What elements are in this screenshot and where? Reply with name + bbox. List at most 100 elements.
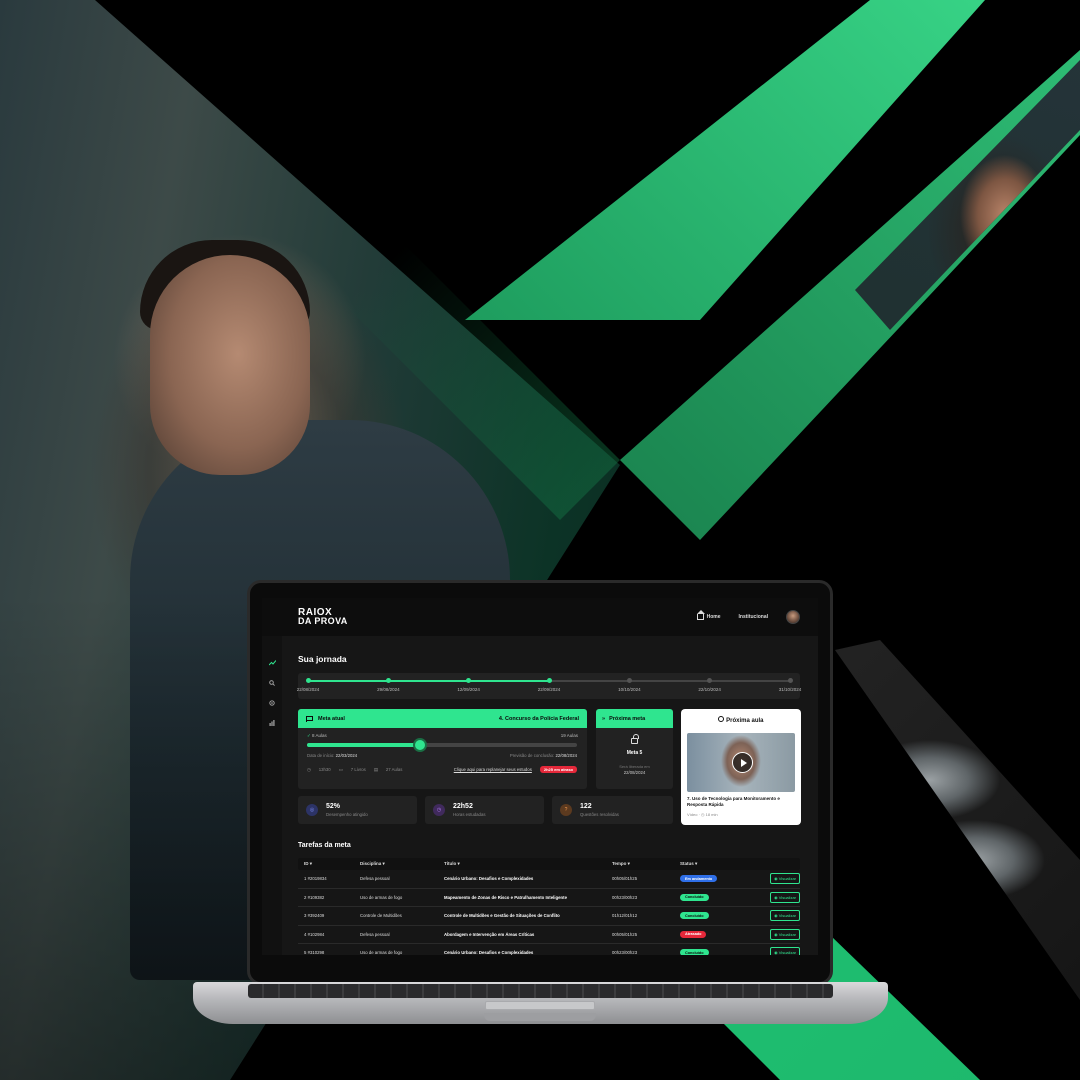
start-date: 22/03/2024 bbox=[335, 753, 358, 758]
timeline-date: 12/09/2024 bbox=[457, 687, 480, 692]
current-goal-header: Meta atual 4. Concurso da Polícia Federa… bbox=[298, 709, 587, 728]
search-icon[interactable] bbox=[269, 680, 275, 686]
app-header: RAIOX DA PROVA Home Institucional bbox=[262, 598, 818, 636]
task-discipline: Controle de Multidões bbox=[360, 913, 402, 919]
task-time: 00h23/00h23 bbox=[612, 950, 638, 955]
chart-icon[interactable] bbox=[269, 720, 275, 726]
task-time: 00h23/00h23 bbox=[612, 894, 638, 900]
play-circle-icon bbox=[718, 716, 725, 722]
settings-icon[interactable] bbox=[269, 700, 275, 706]
task-id: 1 #2019834 bbox=[304, 876, 327, 882]
tasks-table: ID ▾ Disciplina ▾ Título ▾ Tempo ▾ Statu… bbox=[298, 858, 800, 955]
task-time: 00h05/01h25 bbox=[612, 931, 638, 937]
col-discipline[interactable]: Disciplina ▾ bbox=[360, 861, 444, 867]
clock-icon: ◷ bbox=[307, 766, 311, 772]
current-goal-body: ✓ 8 Aulas 19 Aulas Data de início: 22/03… bbox=[298, 728, 587, 789]
view-button[interactable]: ◉ Visualizar bbox=[770, 928, 800, 940]
view-button[interactable]: ◉ Visualizar bbox=[770, 891, 800, 903]
view-button[interactable]: ◉ Visualizar bbox=[770, 947, 800, 955]
task-actions: ◉ Visualizar bbox=[752, 910, 800, 922]
next-lesson-title: 7. Uso de Tecnologia para Monitoramento … bbox=[687, 796, 780, 807]
next-lesson-label: Próxima aula bbox=[726, 718, 764, 724]
sidebar bbox=[262, 636, 282, 955]
table-row: 2 #109382 Uso de armas de fogo Mapeamento … bbox=[298, 889, 800, 907]
task-status-cell: Em andamento bbox=[680, 875, 752, 883]
task-id: 3 #392409 bbox=[304, 913, 325, 919]
officer-face bbox=[150, 255, 310, 475]
book-icon: ▭ bbox=[338, 766, 343, 772]
double-chevron-icon: » bbox=[602, 715, 606, 722]
task-status-cell: Concluído bbox=[680, 893, 752, 901]
journey-title: Sua jornada bbox=[298, 654, 347, 664]
stat-hours-value: 22h52 bbox=[453, 803, 473, 810]
goal-stats-row: ◷ 13h30 ▭ 7 Livros ▤ 27 Aulas Clique aqui p… bbox=[307, 766, 577, 773]
task-id: 5 #310298 bbox=[304, 950, 325, 955]
task-title: Controle de Multidões e Gestão de Situaç… bbox=[444, 913, 560, 919]
stat-questions-value: 122 bbox=[580, 803, 592, 810]
questions-icon: ? bbox=[560, 804, 572, 816]
col-status[interactable]: Status ▾ bbox=[680, 861, 752, 867]
next-lesson-card[interactable]: Próxima aula 7. Uso de Tecnologia para M… bbox=[681, 709, 801, 825]
current-goal-contest: 4. Concurso da Polícia Federal bbox=[498, 715, 579, 722]
brand-logo[interactable]: RAIOX DA PROVA bbox=[298, 608, 348, 626]
nav-home[interactable]: Home bbox=[696, 610, 721, 620]
next-goal-card: » Próxima meta Meta 5 Será liberada em 2… bbox=[596, 709, 673, 789]
col-title[interactable]: Título ▾ bbox=[444, 861, 612, 867]
timeline-dot bbox=[707, 678, 713, 683]
brand-line-2: DA PROVA bbox=[298, 616, 348, 626]
stat-performance-label: Desempenho atingido bbox=[326, 812, 368, 817]
done-lessons: 8 Aulas bbox=[312, 733, 327, 738]
goal-dates-row: Data de início: 22/03/2024 Previsão de c… bbox=[307, 753, 577, 758]
home-icon bbox=[696, 610, 705, 620]
flag-icon bbox=[306, 715, 313, 722]
col-id[interactable]: ID ▾ bbox=[298, 861, 360, 867]
unlock-text: Será liberada em bbox=[619, 764, 650, 769]
timeline-progress bbox=[308, 680, 549, 682]
task-status-cell: Concluído bbox=[680, 912, 752, 920]
status-badge: Em andamento bbox=[680, 875, 718, 883]
nav-institutional[interactable]: Institucional bbox=[739, 614, 768, 620]
task-title: Abordagem e Intervenção em Áreas Crítica… bbox=[444, 931, 535, 937]
status-badge: Atrasado bbox=[680, 930, 707, 938]
current-goal-card: Meta atual 4. Concurso da Polícia Federa… bbox=[298, 709, 587, 789]
goal-progress-knob[interactable] bbox=[413, 738, 428, 752]
col-time[interactable]: Tempo ▾ bbox=[612, 861, 680, 867]
view-button[interactable]: ◉ Visualizar bbox=[770, 910, 800, 922]
task-discipline: Defesa pessoal bbox=[360, 931, 390, 937]
status-badge: Concluído bbox=[680, 893, 709, 901]
tasks-table-header: ID ▾ Disciplina ▾ Título ▾ Tempo ▾ Statu… bbox=[298, 858, 800, 870]
avatar[interactable] bbox=[786, 610, 800, 624]
officer-hair bbox=[140, 240, 310, 330]
lesson-video-thumbnail[interactable] bbox=[687, 733, 795, 792]
lesson-icon: ▤ bbox=[373, 766, 378, 772]
forecast-label: Previsão de conclusão: bbox=[509, 753, 555, 758]
timeline-dot bbox=[385, 678, 391, 683]
goal-progress-bar bbox=[307, 738, 577, 752]
clock-icon: ◷ bbox=[433, 804, 445, 816]
timeline-dot bbox=[305, 678, 311, 683]
lesson-count-row: ✓ 8 Aulas 19 Aulas bbox=[307, 733, 578, 739]
goal-progress-fill bbox=[307, 743, 421, 747]
nav-institutional-label: Institucional bbox=[738, 614, 768, 620]
replan-link[interactable]: Clique aqui para replanejar seus estudos bbox=[454, 767, 532, 772]
next-goal-label: Próxima meta bbox=[609, 715, 646, 722]
timeline-date: 22/09/2024 bbox=[537, 687, 561, 692]
current-goal-label: Meta atual bbox=[318, 715, 345, 722]
total-lessons: 19 Aulas bbox=[560, 733, 578, 738]
trend-icon[interactable] bbox=[268, 660, 277, 666]
play-icon[interactable] bbox=[732, 752, 753, 773]
task-actions: ◉ Visualizar bbox=[752, 873, 800, 885]
task-title: Cenário Urbano: Desafios e Complexidades bbox=[444, 876, 534, 882]
stat-hours-label: Horas estudadas bbox=[453, 812, 486, 817]
table-row: 1 #2019834 Defesa pessoal Cenário Urbano: … bbox=[298, 870, 800, 889]
task-discipline: Uso de armas de fogo bbox=[360, 894, 403, 900]
start-label: Data de início: bbox=[307, 753, 335, 758]
stat-questions: ? 122 Questões resolvidas bbox=[552, 796, 673, 824]
status-badge: Concluído bbox=[680, 912, 709, 920]
task-status-cell: Concluído bbox=[680, 949, 752, 955]
late-badge: 2h25 em atraso bbox=[539, 766, 577, 773]
lesson-type: Vídeo bbox=[687, 812, 698, 817]
next-goal-name: Meta 5 bbox=[626, 750, 643, 756]
timeline-date: 22/08/2024 bbox=[296, 687, 320, 692]
view-button[interactable]: ◉ Visualizar bbox=[770, 873, 800, 885]
